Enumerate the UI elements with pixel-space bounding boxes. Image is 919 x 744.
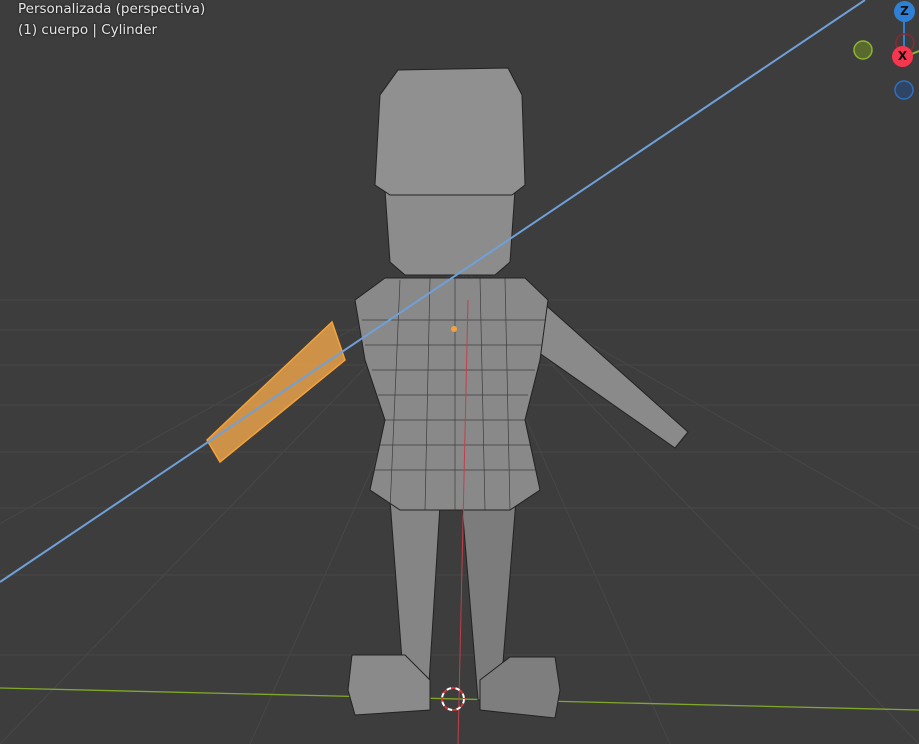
gizmo-x-axis-button[interactable]: X [892, 46, 913, 67]
object-info-label: (1) cuerpo | Cylinder [18, 22, 158, 38]
origin-point [451, 326, 457, 332]
view-name-label: Personalizada (perspectiva) [18, 1, 206, 17]
gizmo-neg-z [894, 80, 914, 100]
torso [354, 277, 549, 511]
3d-viewport[interactable]: Z X Personalizada (perspectiva) (1) cuer… [0, 0, 919, 744]
gizmo-neg-y [853, 40, 873, 60]
arm-left-selected[interactable] [206, 320, 346, 464]
head-top [374, 67, 526, 196]
viewport-scene[interactable] [0, 0, 919, 744]
gizmo-z-axis-button[interactable]: Z [894, 1, 915, 22]
head-lower [384, 189, 516, 276]
